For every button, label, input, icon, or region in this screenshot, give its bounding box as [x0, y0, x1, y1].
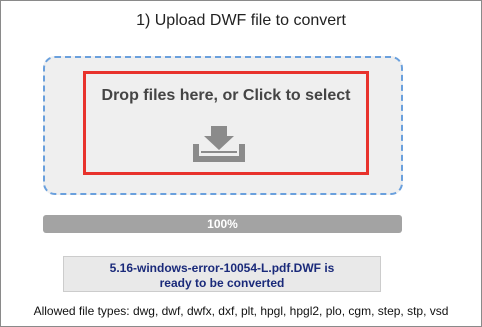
file-status-message: 5.16-windows-error-10054-L.pdf.DWF is re… [63, 256, 381, 292]
upload-progress-bar: 100% [43, 215, 402, 233]
file-status-line-1: 5.16-windows-error-10054-L.pdf.DWF is [109, 261, 335, 275]
upload-tray-icon [193, 126, 245, 162]
step-title: 1) Upload DWF file to convert [136, 12, 346, 29]
dropzone-label: Drop files here, or Click to select [101, 87, 351, 104]
allowed-file-types: Allowed file types: dwg, dwf, dwfx, dxf,… [33, 304, 449, 318]
select-files-target[interactable]: Drop files here, or Click to select [83, 71, 369, 175]
file-status-line-2: ready to be converted [159, 276, 285, 290]
progress-label: 100% [207, 217, 238, 231]
